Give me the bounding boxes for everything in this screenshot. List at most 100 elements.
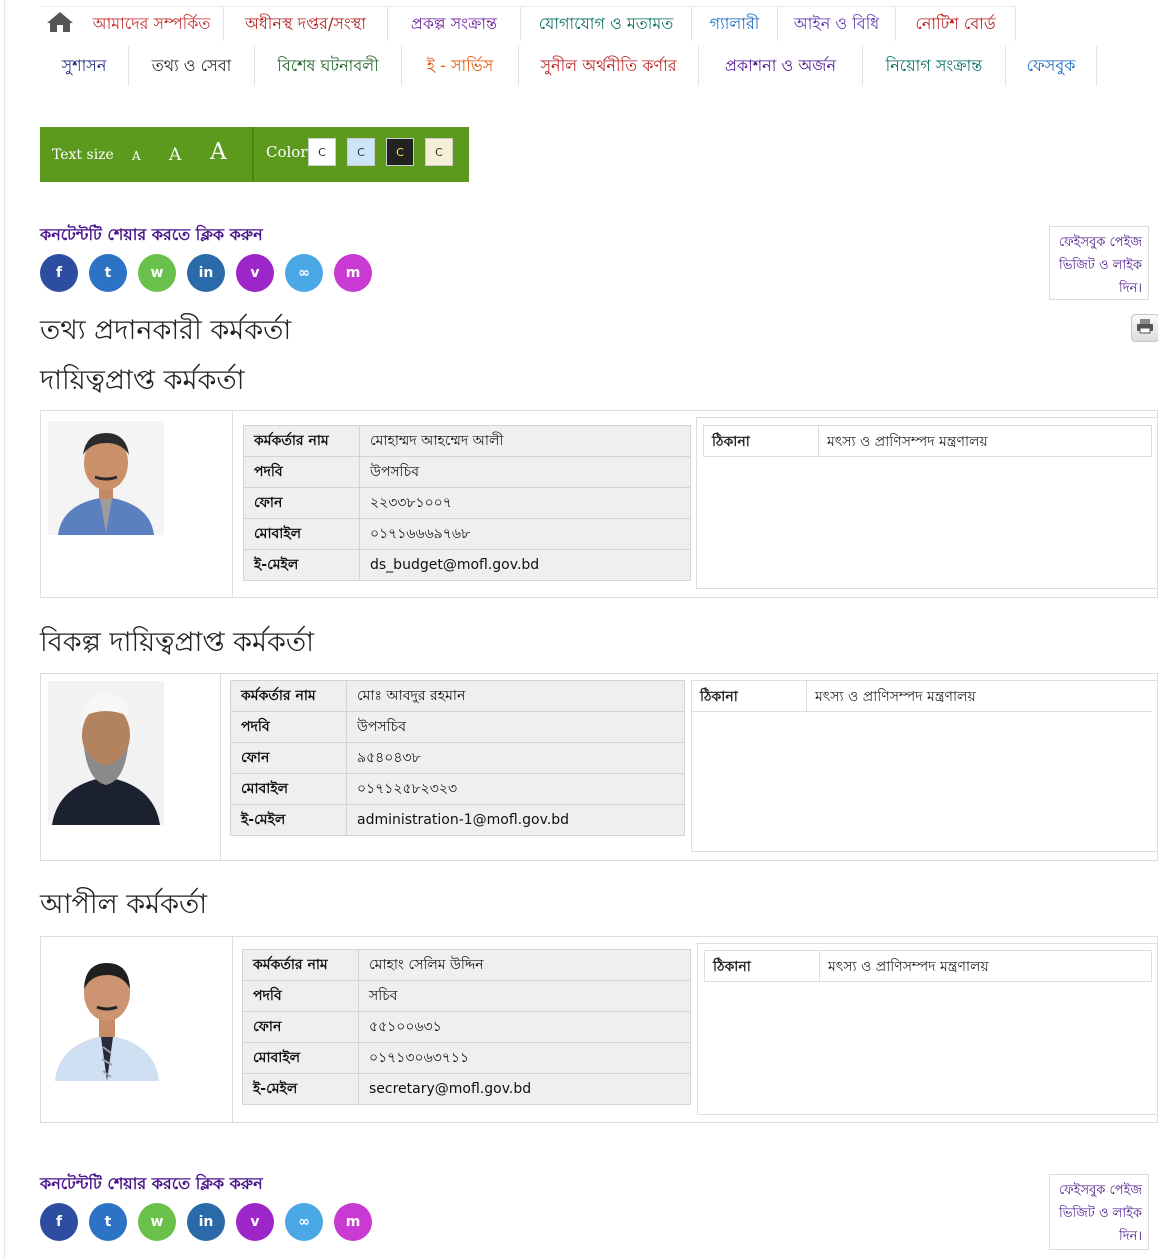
whatsapp-share-button[interactable]: w	[138, 254, 176, 292]
officer-photo	[48, 421, 164, 535]
nav-item-contact-feedback[interactable]: যোগাযোগ ও মতামত	[521, 6, 692, 41]
address-key: ঠিকানা	[705, 951, 820, 981]
facebook-icon: f	[55, 265, 63, 281]
info-row-mobile: মোবাইল ০১৭১৬৬৬৯৭৬৮	[243, 518, 691, 550]
nav-item-blue-economy[interactable]: সুনীল অর্থনীতি কর্ণার	[519, 46, 699, 86]
officer-photo	[53, 951, 161, 1081]
address-row: ঠিকানা মৎস্য ও প্রাণিসম্পদ মন্ত্রণালয়	[692, 681, 1152, 712]
address-value: মৎস্য ও প্রাণিসম্পদ মন্ত্রণালয়	[827, 434, 988, 450]
home-icon	[45, 10, 75, 38]
officer-info-table: কর্মকর্তার নাম মোঃ আবদুর রহমান পদবি উপসচিব…	[230, 680, 685, 836]
info-row-email: ই-মেইল ds_budget@mofl.gov.bd	[243, 549, 691, 581]
share-title: কনটেন্টটি শেয়ার করতে ক্লিক করুন	[40, 1174, 263, 1193]
nav-item-gallery[interactable]: গ্যালারী	[692, 6, 778, 41]
address-key: ঠিকানা	[692, 681, 807, 711]
viber-icon: v	[250, 265, 260, 281]
info-value: administration-1@mofl.gov.bd	[346, 804, 685, 836]
whatsapp-icon: w	[150, 1214, 164, 1230]
link-share-button[interactable]: ∞	[285, 1203, 323, 1241]
facebook-share-button[interactable]: f	[40, 254, 78, 292]
linkedin-icon: in	[198, 1214, 214, 1230]
share-buttons: f t w in v ∞ m	[40, 1203, 372, 1241]
officer-photo	[48, 681, 164, 825]
whatsapp-share-button[interactable]: w	[138, 1203, 176, 1241]
viber-icon: v	[250, 1214, 260, 1230]
info-value: মোহাম্মদ আহম্মেদ আলী	[359, 425, 691, 457]
info-key: ই-মেইল	[242, 1073, 359, 1105]
info-row-phone: ফোন ২২৩৩৮১০০৭	[243, 487, 691, 519]
info-row-name: কর্মকর্তার নাম মোঃ আবদুর রহমান	[230, 680, 685, 712]
section-heading: দায়িত্বপ্রাপ্ত কর্মকর্তা	[40, 365, 245, 396]
info-row-designation: পদবি সচিব	[242, 980, 691, 1012]
nav-item-good-governance[interactable]: সুশাসন	[40, 46, 129, 86]
text-size-small-button[interactable]: A	[132, 149, 141, 163]
linkedin-icon: in	[198, 265, 214, 281]
nav-item-publications[interactable]: প্রকাশনা ও অর্জন	[699, 46, 863, 86]
info-row-phone: ফোন ৫৫১০০৬৩১	[242, 1011, 691, 1043]
address-value: মৎস্য ও প্রাণিসম্পদ মন্ত্রণালয়	[828, 959, 989, 975]
fb-box-line: দিন।	[1119, 281, 1142, 296]
messenger-share-button[interactable]: m	[334, 254, 372, 292]
info-row-email: ই-মেইল administration-1@mofl.gov.bd	[230, 804, 685, 836]
main-nav-row-1: আমাদের সম্পর্কিত অধীনস্থ দপ্তর/সংস্থা প্…	[40, 6, 1016, 41]
link-share-button[interactable]: ∞	[285, 254, 323, 292]
nav-item-subordinate-offices[interactable]: অধীনস্থ দপ্তর/সংস্থা	[224, 6, 388, 41]
info-key: মোবাইল	[242, 1042, 359, 1074]
info-key: ই-মেইল	[230, 804, 347, 836]
twitter-icon: t	[104, 1214, 112, 1230]
address-box: ঠিকানা মৎস্য ও প্রাণিসম্পদ মন্ত্রণালয়	[696, 417, 1158, 589]
facebook-icon: f	[55, 1214, 63, 1230]
facebook-page-box[interactable]: ফেইসবুক পেইজ ভিজিট ও লাইক দিন।	[1049, 1174, 1149, 1250]
address-key: ঠিকানা	[704, 426, 819, 456]
color-swatch-dark[interactable]: C	[386, 138, 414, 166]
fb-box-line: ফেইসবুক পেইজ	[1058, 235, 1142, 250]
facebook-page-box[interactable]: ফেইসবুক পেইজ ভিজিট ও লাইক দিন।	[1049, 226, 1149, 300]
info-key: ফোন	[242, 1011, 359, 1043]
color-swatch-blue[interactable]: C	[347, 138, 375, 166]
officer-photo-cell	[41, 411, 233, 597]
messenger-share-button[interactable]: m	[334, 1203, 372, 1241]
info-row-name: কর্মকর্তার নাম মোহাং সেলিম উদ্দিন	[242, 949, 691, 981]
home-button[interactable]	[40, 6, 80, 41]
linkedin-share-button[interactable]: in	[187, 254, 225, 292]
viber-share-button[interactable]: v	[236, 1203, 274, 1241]
color-swatch-cream[interactable]: C	[425, 138, 453, 166]
viber-share-button[interactable]: v	[236, 254, 274, 292]
info-row-email: ই-মেইল secretary@mofl.gov.bd	[242, 1073, 691, 1105]
link-icon: ∞	[298, 265, 310, 281]
nav-item-special-events[interactable]: বিশেষ ঘটনাবলী	[255, 46, 402, 86]
nav-item-e-service[interactable]: ই - সার্ভিস	[402, 46, 519, 86]
info-value: উপসচিব	[346, 711, 685, 743]
address-value: মৎস্য ও প্রাণিসম্পদ মন্ত্রণালয়	[815, 689, 976, 705]
nav-item-info-services[interactable]: তথ্য ও সেবা	[129, 46, 255, 86]
info-value: মোঃ আবদুর রহমান	[346, 680, 685, 712]
print-button[interactable]	[1131, 314, 1158, 342]
twitter-share-button[interactable]: t	[89, 1203, 127, 1241]
text-size-large-button[interactable]: A	[210, 139, 227, 165]
info-key: ফোন	[243, 487, 360, 519]
nav-item-projects[interactable]: প্রকল্প সংক্রান্ত	[388, 6, 521, 41]
info-value: সচিব	[358, 980, 691, 1012]
nav-item-recruitment[interactable]: নিয়োগ সংক্রান্ত	[863, 46, 1006, 86]
text-size-medium-button[interactable]: A	[169, 145, 181, 165]
linkedin-share-button[interactable]: in	[187, 1203, 225, 1241]
nav-item-about[interactable]: আমাদের সম্পর্কিত	[80, 6, 224, 41]
fb-box-line: ফেইসবুক পেইজ	[1058, 1183, 1142, 1198]
info-row-name: কর্মকর্তার নাম মোহাম্মদ আহম্মেদ আলী	[243, 425, 691, 457]
info-key: ই-মেইল	[243, 549, 360, 581]
twitter-icon: t	[104, 265, 112, 281]
info-key: মোবাইল	[243, 518, 360, 550]
twitter-share-button[interactable]: t	[89, 254, 127, 292]
info-value: উপসচিব	[359, 456, 691, 488]
whatsapp-icon: w	[150, 265, 164, 281]
color-swatch-white[interactable]: C	[308, 138, 336, 166]
facebook-share-button[interactable]: f	[40, 1203, 78, 1241]
nav-item-facebook[interactable]: ফেসবুক	[1006, 46, 1097, 86]
officer-card: কর্মকর্তার নাম মোহাং সেলিম উদ্দিন পদবি সচি…	[40, 936, 1158, 1123]
color-label: Color	[266, 143, 308, 161]
nav-item-laws-rules[interactable]: আইন ও বিধি	[778, 6, 896, 41]
nav-item-notice-board[interactable]: নোটিশ বোর্ড	[896, 6, 1016, 41]
text-size-label: Text size	[52, 147, 114, 163]
info-key: পদবি	[242, 980, 359, 1012]
messenger-icon: m	[345, 1214, 361, 1230]
